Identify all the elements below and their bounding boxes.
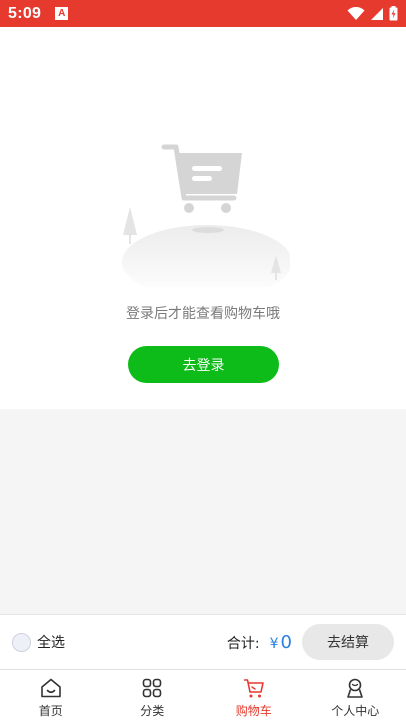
bottom-tab-bar: 首页 分类 购物车 个人中心 xyxy=(0,669,406,723)
tab-label: 个人中心 xyxy=(331,704,380,718)
checkout-button[interactable]: 去结算 xyxy=(302,624,394,660)
total-label: 合计: xyxy=(226,635,260,652)
wifi-icon xyxy=(347,6,365,20)
tab-cart[interactable]: 购物车 xyxy=(203,670,305,723)
tab-category[interactable]: 分类 xyxy=(102,670,204,723)
total-amount: 合计: ¥ 0 xyxy=(227,632,292,653)
total-value: 0 xyxy=(280,631,292,653)
home-icon xyxy=(40,678,61,698)
total-currency: ¥ xyxy=(269,635,279,652)
user-icon xyxy=(347,678,364,698)
select-all-toggle[interactable]: 全选 xyxy=(12,632,65,652)
cart-icon xyxy=(243,679,264,698)
select-all-radio[interactable] xyxy=(12,632,31,652)
tab-profile[interactable]: 个人中心 xyxy=(305,670,406,723)
battery-icon xyxy=(389,6,398,21)
tab-label: 首页 xyxy=(38,704,63,718)
category-grid-icon xyxy=(142,678,162,698)
signal-icon xyxy=(371,7,383,20)
empty-cart-illustration xyxy=(122,144,290,287)
tab-label: 购物车 xyxy=(235,704,272,718)
tab-label: 分类 xyxy=(140,704,165,718)
status-time: 5:09 xyxy=(8,4,42,22)
status-indicators xyxy=(347,6,398,21)
empty-cart-message: 登录后才能查看购物车哦 xyxy=(126,306,280,322)
app-notification-icon: A xyxy=(55,7,69,20)
tab-home[interactable]: 首页 xyxy=(0,670,102,723)
status-bar: 5:09 A xyxy=(0,0,406,27)
select-all-label: 全选 xyxy=(37,635,65,651)
login-button[interactable]: 去登录 xyxy=(128,346,279,383)
checkout-bar: 全选 合计: ¥ 0 去结算 xyxy=(0,614,406,669)
